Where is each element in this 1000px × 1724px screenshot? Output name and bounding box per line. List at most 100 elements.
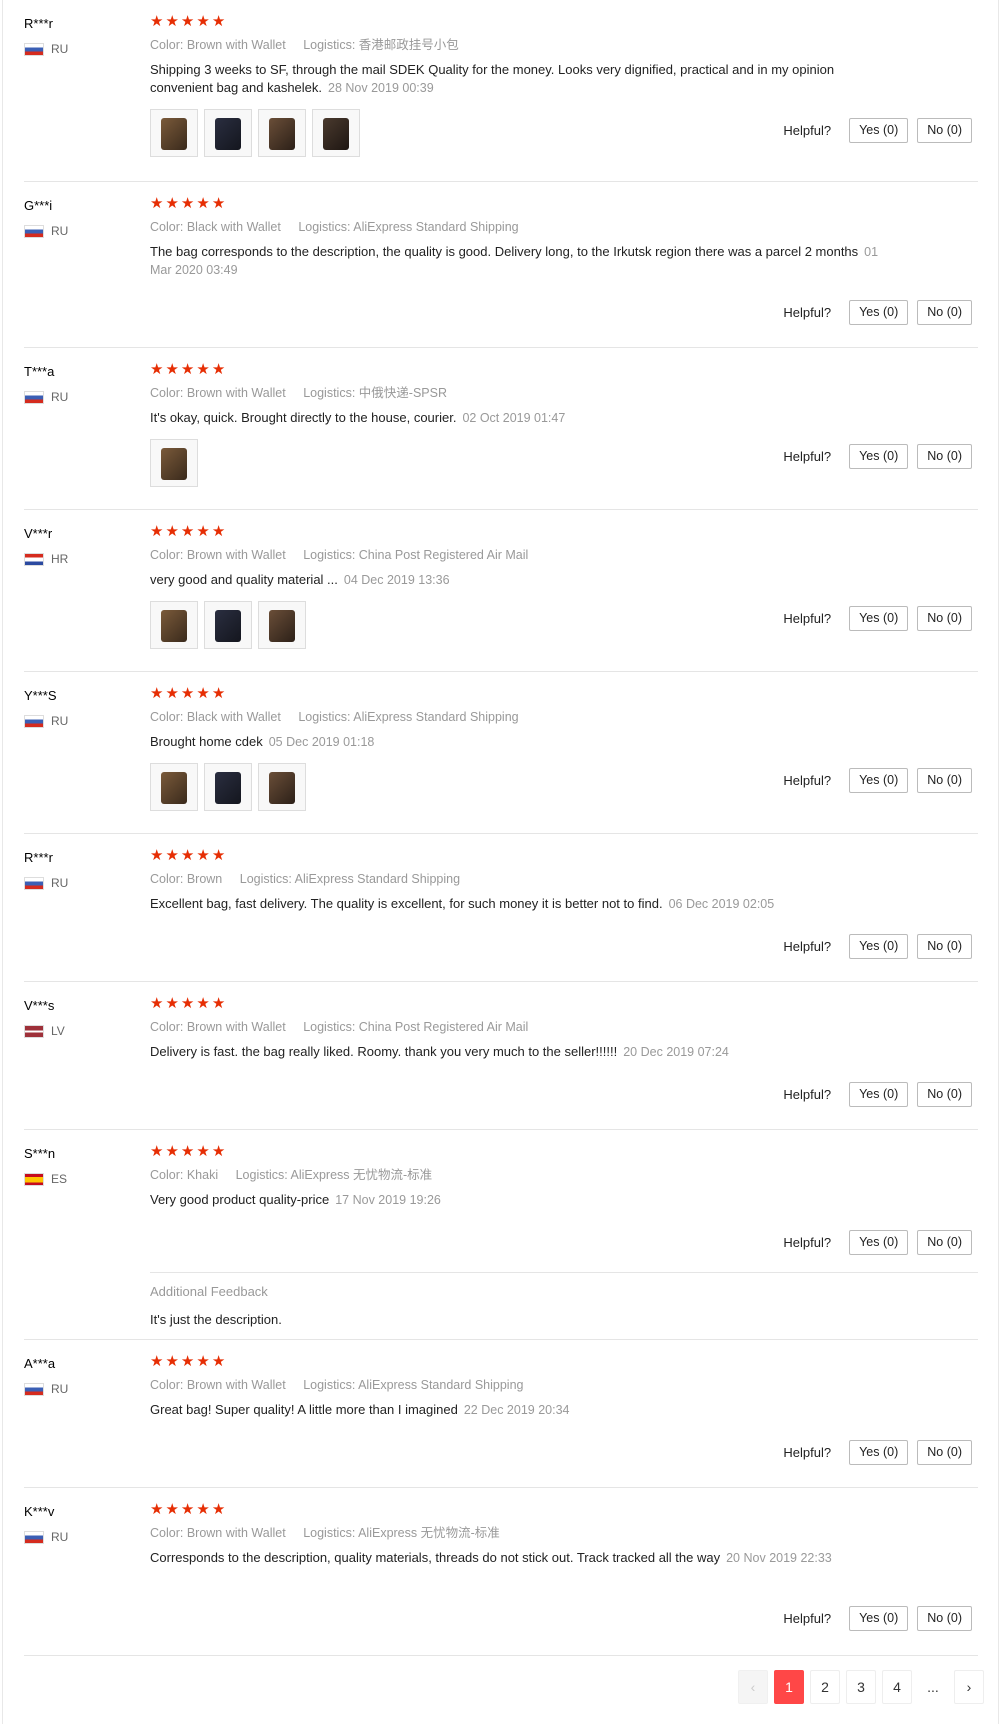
helpful-vote: Helpful? Yes (0) No (0)	[783, 118, 972, 143]
review-date: 06 Dec 2019 02:05	[668, 897, 775, 911]
yes-vote-button[interactable]: Yes (0)	[849, 934, 909, 959]
review-text: very good and quality material ... 04 Dec…	[150, 571, 890, 589]
no-vote-button[interactable]: No (0)	[917, 606, 972, 631]
logistics-key: Logistics:	[303, 1020, 356, 1034]
yes-vote-button[interactable]: Yes (0)	[849, 1440, 909, 1465]
review-item: K***v RU ★★★★★ Color: Brown with Wallet …	[24, 1488, 978, 1656]
additional-feedback-text: It's just the description.	[150, 1312, 282, 1327]
star-icon: ★	[180, 1353, 196, 1370]
no-vote-button[interactable]: No (0)	[917, 768, 972, 793]
review-content: Great bag! Super quality! A little more …	[150, 1402, 458, 1417]
color-value: Brown with Wallet	[186, 548, 286, 562]
no-vote-button[interactable]: No (0)	[917, 118, 972, 143]
star-icon: ★	[196, 995, 211, 1012]
star-icon: ★	[196, 13, 211, 30]
yes-vote-button[interactable]: Yes (0)	[849, 1606, 909, 1631]
reviewer-country: RU	[24, 42, 68, 56]
helpful-label: Helpful?	[783, 305, 832, 320]
no-vote-button[interactable]: No (0)	[917, 444, 972, 469]
review-text: It's okay, quick. Brought directly to th…	[150, 409, 890, 427]
review-photo-thumbnail[interactable]	[150, 439, 198, 487]
review-content: Very good product quality-price	[150, 1192, 330, 1207]
review-attributes: Color: Brown with Wallet Logistics: Chin…	[150, 1019, 950, 1035]
color-key: Color:	[150, 872, 184, 886]
review-content: Corresponds to the description, quality …	[150, 1550, 721, 1565]
country-code: RU	[51, 714, 69, 728]
star-icon: ★	[150, 847, 165, 864]
yes-vote-button[interactable]: Yes (0)	[849, 1230, 909, 1255]
logistics-value: AliExpress Standard Shipping	[353, 710, 519, 724]
color-value: Brown	[186, 872, 223, 886]
yes-vote-button[interactable]: Yes (0)	[849, 606, 909, 631]
logistics-value: China Post Registered Air Mail	[358, 548, 529, 562]
review-photo-thumbnail[interactable]	[150, 109, 198, 157]
flag-icon	[24, 42, 44, 56]
star-icon: ★	[196, 1501, 211, 1518]
review-item: A***a RU ★★★★★ Color: Brown with Wallet …	[24, 1340, 978, 1488]
yes-vote-button[interactable]: Yes (0)	[849, 444, 909, 469]
review-photo-thumbnail[interactable]	[258, 109, 306, 157]
review-photo-thumbnail[interactable]	[258, 763, 306, 811]
color-key: Color:	[150, 386, 184, 400]
additional-feedback-divider	[150, 1272, 978, 1273]
helpful-label: Helpful?	[783, 449, 832, 464]
star-icon: ★	[150, 685, 165, 702]
page-3-button[interactable]: 3	[846, 1670, 876, 1704]
color-key: Color:	[150, 220, 184, 234]
color-key: Color:	[150, 1020, 184, 1034]
review-body: ★★★★★ Color: Brown with Wallet Logistics…	[150, 1502, 950, 1567]
star-icon: ★	[180, 685, 196, 702]
page-border-left	[2, 0, 3, 1724]
page-4-button[interactable]: 4	[882, 1670, 912, 1704]
reviewer-country: RU	[24, 876, 68, 890]
no-vote-button[interactable]: No (0)	[917, 934, 972, 959]
page-1-button[interactable]: 1	[774, 1670, 804, 1704]
no-vote-button[interactable]: No (0)	[917, 1082, 972, 1107]
reviewer-name: S***n	[24, 1146, 56, 1161]
star-icon: ★	[196, 361, 211, 378]
star-icon: ★	[211, 523, 227, 540]
country-code: RU	[51, 1530, 69, 1544]
review-photo-thumbnail[interactable]	[204, 109, 252, 157]
review-photo-thumbnail[interactable]	[204, 601, 252, 649]
page-2-button[interactable]: 2	[810, 1670, 840, 1704]
star-icon: ★	[211, 1143, 227, 1160]
review-photo-thumbnail[interactable]	[150, 763, 198, 811]
review-photo-thumbnail[interactable]	[204, 763, 252, 811]
flag-icon	[24, 714, 44, 728]
rating-stars: ★★★★★	[150, 848, 950, 864]
review-photo-thumbnail[interactable]	[312, 109, 360, 157]
color-key: Color:	[150, 38, 184, 52]
review-content: very good and quality material ...	[150, 572, 338, 587]
reviewer-name: Y***S	[24, 688, 57, 703]
no-vote-button[interactable]: No (0)	[917, 1606, 972, 1631]
no-vote-button[interactable]: No (0)	[917, 300, 972, 325]
yes-vote-button[interactable]: Yes (0)	[849, 118, 909, 143]
review-content: Brought home cdek	[150, 734, 263, 749]
country-code: RU	[51, 224, 69, 238]
review-text: Great bag! Super quality! A little more …	[150, 1401, 890, 1419]
review-body: ★★★★★ Color: Brown Logistics: AliExpress…	[150, 848, 950, 913]
star-icon: ★	[150, 13, 165, 30]
review-date: 20 Nov 2019 22:33	[726, 1551, 832, 1565]
country-code: ES	[51, 1172, 68, 1186]
no-vote-button[interactable]: No (0)	[917, 1440, 972, 1465]
star-icon: ★	[211, 847, 227, 864]
review-body: ★★★★★ Color: Black with Wallet Logistics…	[150, 196, 950, 279]
review-content: Shipping 3 weeks to SF, through the mail…	[150, 62, 835, 95]
helpful-vote: Helpful? Yes (0) No (0)	[783, 606, 972, 631]
yes-vote-button[interactable]: Yes (0)	[849, 768, 909, 793]
no-vote-button[interactable]: No (0)	[917, 1230, 972, 1255]
review-text: The bag corresponds to the description, …	[150, 243, 890, 279]
reviewer-country: HR	[24, 552, 68, 566]
review-date: 28 Nov 2019 00:39	[328, 81, 434, 95]
review-photo-thumbnail[interactable]	[150, 601, 198, 649]
yes-vote-button[interactable]: Yes (0)	[849, 1082, 909, 1107]
helpful-vote: Helpful? Yes (0) No (0)	[783, 1440, 972, 1465]
review-body: ★★★★★ Color: Khaki Logistics: AliExpress…	[150, 1144, 950, 1209]
review-photo-thumbnail[interactable]	[258, 601, 306, 649]
next-page-button[interactable]: ›	[954, 1670, 984, 1704]
review-item: V***r HR ★★★★★ Color: Brown with Wallet …	[24, 510, 978, 672]
yes-vote-button[interactable]: Yes (0)	[849, 300, 909, 325]
prev-page-button[interactable]: ‹	[738, 1670, 768, 1704]
